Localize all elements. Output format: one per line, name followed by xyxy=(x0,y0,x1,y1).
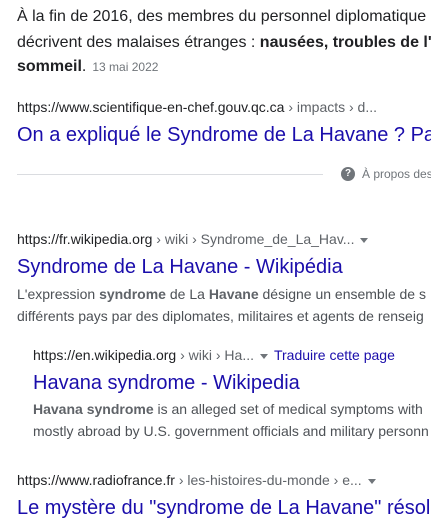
result4-domain: https://www.radiofrance.fr xyxy=(17,472,175,488)
about-results-link[interactable]: À propos des xyxy=(362,167,431,181)
snippet-line-2: décrivent des malaises étranges : nausée… xyxy=(17,32,431,54)
result2-url[interactable]: https://fr.wikipedia.org › wiki › Syndro… xyxy=(17,231,369,247)
result3-title-link[interactable]: Havana syndrome - Wikipedia xyxy=(33,372,300,395)
result3-desc-line-2: mostly abroad by U.S. government officia… xyxy=(33,423,429,439)
caret-down-icon[interactable] xyxy=(259,353,268,359)
snippet-line-2-bold: nausées, troubles de l' xyxy=(259,34,431,51)
snippet-line-3: sommeil. 13 mai 2022 xyxy=(17,56,158,78)
section-divider xyxy=(17,174,323,175)
result2-crumbs: › wiki › Syndrome_de_La_Hav... xyxy=(152,231,355,247)
caret-down-icon[interactable] xyxy=(360,237,369,243)
result2-desc-line-2: différents pays par des diplomates, mili… xyxy=(17,308,424,324)
result4-crumbs: › les-histoires-du-monde › e... xyxy=(174,472,362,488)
result2-desc-d: Havane xyxy=(208,286,259,302)
help-icon[interactable]: ? xyxy=(341,167,355,181)
result2-title-link[interactable]: Syndrome de La Havane - Wikipédia xyxy=(17,256,343,279)
snippet-line-3-bold: sommeil xyxy=(17,58,82,75)
result4-title-link[interactable]: Le mystère du "syndrome de La Havane" ré… xyxy=(17,497,430,520)
result2-desc-c: de La xyxy=(165,286,209,302)
result1-crumbs: › impacts › d... xyxy=(284,99,378,115)
translate-page-link[interactable]: Traduire cette page xyxy=(274,347,395,363)
result4-url[interactable]: https://www.radiofrance.fr › les-histoir… xyxy=(17,472,376,488)
snippet-date: 13 mai 2022 xyxy=(92,60,159,74)
result3-desc-line-1: Havana syndrome is an alleged set of med… xyxy=(33,398,423,420)
caret-down-icon[interactable] xyxy=(367,478,376,484)
snippet-line-1: À la fin de 2016, des membres du personn… xyxy=(17,8,427,25)
result3-crumbs: › wiki › Ha... xyxy=(176,347,254,363)
snippet-line-2-text: décrivent des malaises étranges : xyxy=(17,34,260,51)
result2-desc-a: L'expression xyxy=(17,286,100,302)
result2-desc-e: désigne un ensemble de s xyxy=(258,286,426,302)
result2-domain: https://fr.wikipedia.org xyxy=(17,231,153,247)
result3-url[interactable]: https://en.wikipedia.org › wiki › Ha... T… xyxy=(33,347,395,363)
result3-desc-rest: is an alleged set of medical symptoms wi… xyxy=(153,401,423,417)
result2-desc-b: syndrome xyxy=(99,286,166,302)
snippet-line-3-suffix: . xyxy=(81,58,87,75)
result1-url[interactable]: https://www.scientifique-en-chef.gouv.qc… xyxy=(17,99,377,115)
result1-domain: https://www.scientifique-en-chef.gouv.qc… xyxy=(17,99,285,115)
result2-desc-line-1: L'expression syndrome de La Havane désig… xyxy=(17,283,426,305)
result3-desc-bold: Havana syndrome xyxy=(33,401,154,417)
result3-domain: https://en.wikipedia.org xyxy=(33,347,177,363)
result1-title-link[interactable]: On a expliqué le Syndrome de La Havane ?… xyxy=(17,124,431,147)
